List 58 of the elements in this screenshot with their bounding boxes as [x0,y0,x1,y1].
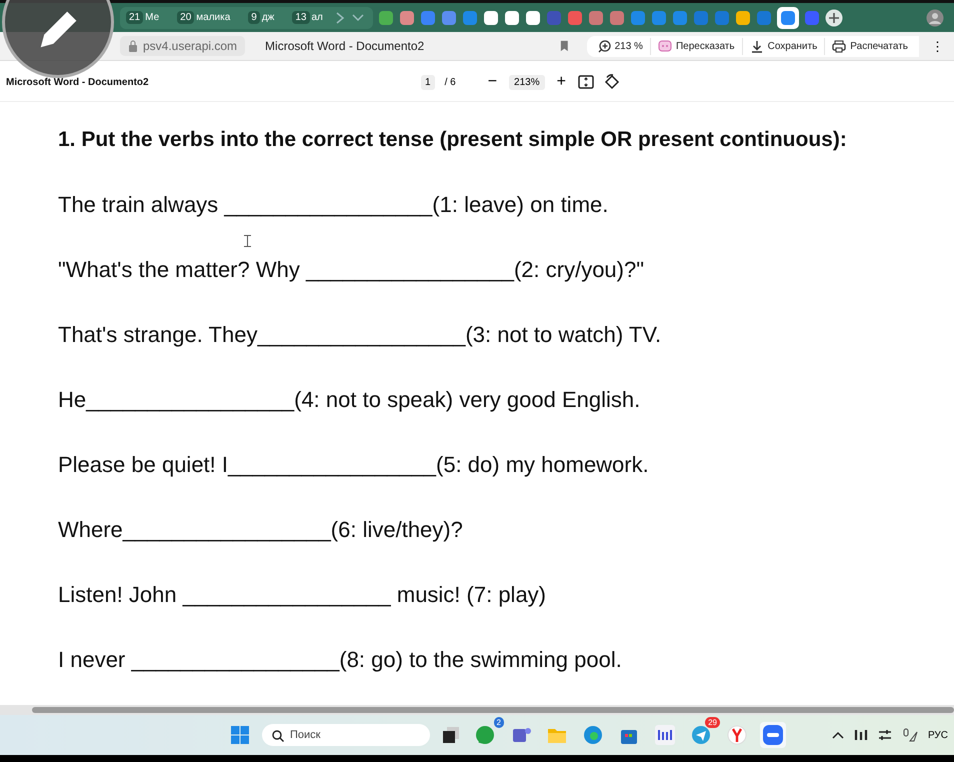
scrollbar-thumb[interactable] [32,707,954,713]
exercise-sentence: Where_________________(6: live/they)? [58,517,463,543]
avatar-icon[interactable] [926,8,944,26]
exercise-sentence: "What's the matter? Why _________________(2: cry/you)?" [58,257,644,283]
windows-start-icon[interactable] [230,725,250,745]
page-title: Microsoft Word - Documento2 [265,39,426,53]
retell-icon [658,40,672,52]
zoom-in-button[interactable]: + [554,73,568,91]
zoom-button[interactable]: 213 % [590,38,650,54]
chevron-up-icon[interactable] [832,731,844,739]
browser-tab[interactable]: 9 дж [242,9,280,26]
browser-tab[interactable]: 20 малика [171,9,236,26]
browser-tab[interactable]: 13 ал [286,9,329,26]
rotate-icon[interactable] [604,74,620,90]
page-number-field[interactable]: 1 [421,74,435,90]
bars-app-icon[interactable] [654,724,676,746]
app-tab-icon[interactable] [734,10,751,26]
notification-badge: 2 [494,717,504,728]
bars-tray-icon[interactable] [854,729,868,741]
search-field[interactable]: Поиск [262,724,430,746]
chevron-right-icon[interactable] [334,10,345,24]
address-field[interactable]: psv4.userapi.com [120,36,246,56]
download-icon [750,40,764,52]
exercise-sentence: The train always _________________(1: leave) on time. [58,192,608,218]
exercise-sentence: That's strange. They_________________(3: not to watch) TV. [58,322,662,348]
chat-app-icon[interactable] [474,724,496,746]
fit-page-icon[interactable] [578,75,594,89]
zoom-field[interactable]: 213% [509,74,545,90]
print-icon [832,40,846,52]
action-button[interactable]: Распечатать [824,38,915,54]
app-tab-icon[interactable] [524,10,541,26]
sliders-icon[interactable] [878,729,892,741]
exercise-sentence: He_________________(4: not to speak) very good English. [58,387,640,413]
exercise-heading: 1. Put the verbs into the correct tense (present simple OR present continuous): [58,128,848,152]
exercise-sentence: Please be quiet! I_________________(5: do) my homework. [58,452,649,478]
exercise-sentence: I never _________________(8: go) to the swimming pool. [58,647,622,673]
zoom-icon [598,40,611,52]
chevron-down-icon[interactable] [350,12,365,22]
app-tab-icon[interactable] [504,10,520,26]
language-indicator[interactable]: РУС [928,730,948,740]
exercise-sentence: Listen! John _________________ music! (7: play) [58,582,546,608]
lock-icon [128,40,138,52]
app-tab-icon[interactable] [482,10,499,26]
action-button[interactable]: Сохранить [742,38,824,54]
paper-plane-icon[interactable] [690,724,712,746]
browser-tab[interactable]: 21 Ме [120,9,166,26]
zoom-out-button[interactable]: − [486,73,500,91]
document-title: Microsoft Word - Documento2 [6,76,150,88]
page-count: / 6 [444,76,456,88]
notification-badge: 29 [705,717,720,728]
task-view-icon[interactable] [442,726,460,744]
new-tab-icon[interactable] [824,8,843,26]
y-letter-icon[interactable] [726,724,748,746]
text-cursor-icon [244,235,251,247]
bookmark-icon[interactable] [560,40,569,52]
more-button[interactable]: ⋮ [929,38,946,54]
search-icon [272,730,284,742]
action-button[interactable]: Пересказать [650,38,742,54]
